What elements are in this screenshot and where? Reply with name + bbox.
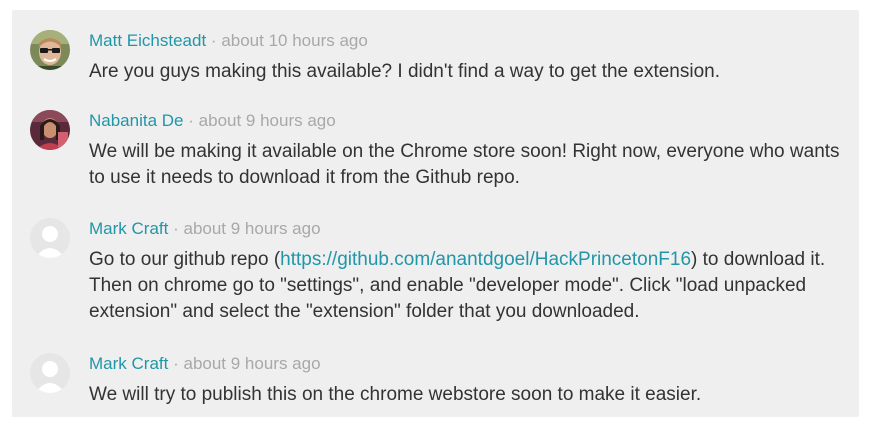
comment-meta: Mark Craft · about 9 hours ago xyxy=(89,353,321,375)
default-user-icon xyxy=(30,218,70,258)
comment-author[interactable]: Matt Eichsteadt xyxy=(89,31,206,50)
user-photo-icon xyxy=(30,30,70,70)
comment-timestamp[interactable]: about 10 hours ago xyxy=(221,31,368,50)
comment-meta: Mark Craft · about 9 hours ago xyxy=(89,218,321,240)
comment-text: Are you guys making this available? I di… xyxy=(89,61,720,82)
avatar[interactable] xyxy=(30,218,70,258)
avatar[interactable] xyxy=(30,110,70,150)
comment-text: Go to our github repo (https://github.co… xyxy=(89,247,849,325)
meta-separator: · xyxy=(188,111,194,130)
comment-text: We will try to publish this on the chrom… xyxy=(89,384,702,405)
comment-timestamp[interactable]: about 9 hours ago xyxy=(183,354,320,373)
avatar[interactable] xyxy=(30,353,70,393)
default-user-icon xyxy=(30,353,70,393)
meta-separator: · xyxy=(210,31,217,50)
comment-text-part: Go to our github repo ( xyxy=(89,249,281,270)
meta-separator: · xyxy=(173,219,179,238)
comment-text: We will be making it available on the Ch… xyxy=(89,141,840,188)
comment-author[interactable]: Mark Craft xyxy=(89,219,168,238)
github-repo-link[interactable]: https://github.com/anantdgoel/HackPrince… xyxy=(280,249,691,270)
comment-author[interactable]: Mark Craft xyxy=(89,354,168,373)
user-photo-icon xyxy=(30,110,70,150)
comments-panel: Matt Eichsteadt · about 10 hours ago Are… xyxy=(12,10,859,417)
comment-timestamp[interactable]: about 9 hours ago xyxy=(183,219,320,238)
comment-meta: Matt Eichsteadt · about 10 hours ago xyxy=(89,30,368,52)
avatar[interactable] xyxy=(30,30,70,70)
comment-timestamp[interactable]: about 9 hours ago xyxy=(199,111,336,130)
meta-separator: · xyxy=(173,354,179,373)
comment-meta: Nabanita De · about 9 hours ago xyxy=(89,110,336,132)
comment-author[interactable]: Nabanita De xyxy=(89,111,184,130)
